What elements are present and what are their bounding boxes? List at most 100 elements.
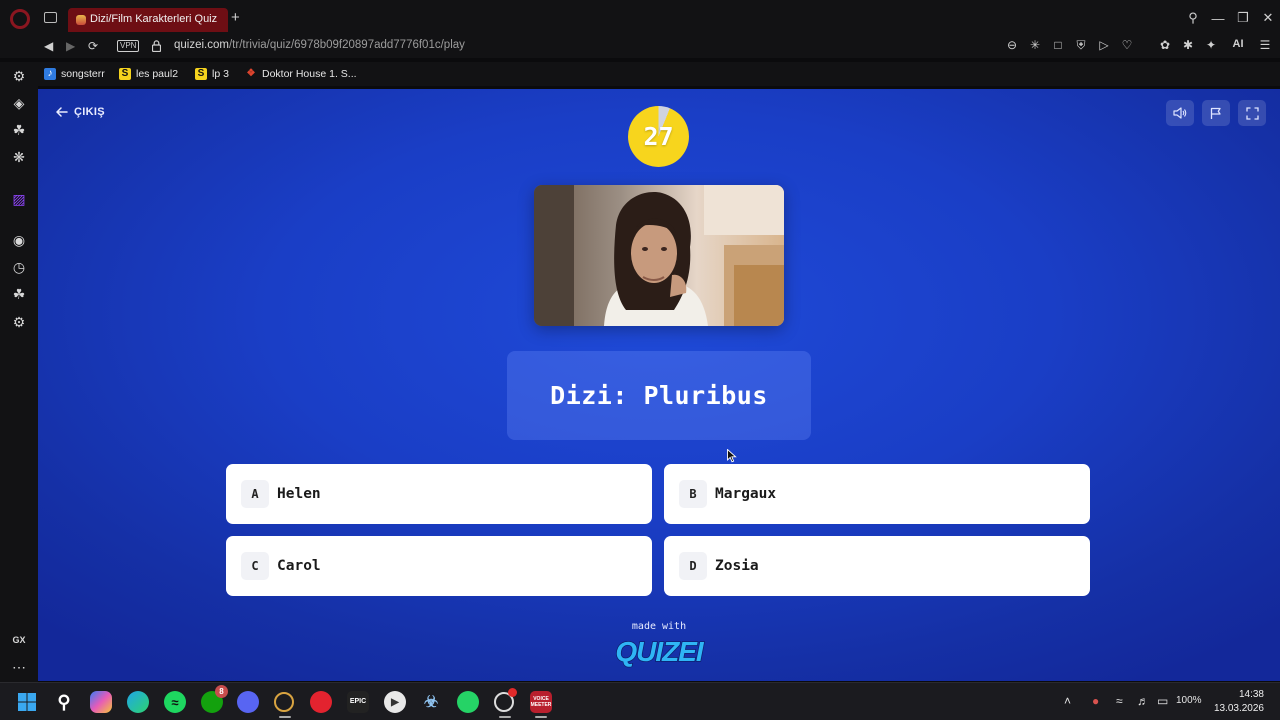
search-icon[interactable]: ⚲ — [53, 691, 75, 713]
address-tools: ⊖ ✳ □ ⛨ ▷ ♡ ✿ ✱ ✦ AI ☰ — [1005, 38, 1272, 53]
menu-icon[interactable]: ☰ — [1258, 38, 1272, 53]
active-app-indicator — [535, 716, 547, 718]
back-icon[interactable]: ◀ — [44, 39, 53, 53]
gx-cleaner-icon[interactable]: ☘ — [10, 121, 28, 139]
edge-icon[interactable] — [127, 691, 149, 713]
obs-icon[interactable] — [494, 688, 517, 712]
answer-label: Zosia — [715, 558, 759, 574]
snapshot-icon[interactable]: □ — [1051, 38, 1065, 53]
answer-option-d[interactable]: D Zosia — [664, 536, 1090, 596]
volume-icon[interactable]: ♬ — [1137, 694, 1149, 708]
tray-chevron-icon[interactable]: ˄ — [1064, 694, 1071, 708]
search-tabs-icon[interactable]: ⚲ — [1181, 10, 1205, 26]
xbox-icon[interactable]: 8 — [201, 685, 228, 713]
arrow-left-icon — [56, 107, 68, 117]
tab-manager-icon[interactable] — [44, 12, 57, 23]
timer-value: 27 — [643, 122, 674, 151]
quizei-logo[interactable]: QUIZEI — [611, 634, 707, 668]
bookmark-label: les paul2 — [136, 68, 179, 80]
spotify-icon[interactable]: ◉ — [10, 231, 28, 249]
bookmark-item[interactable]: ♪ songsterr — [44, 68, 105, 80]
heart-icon[interactable]: ♡ — [1120, 38, 1134, 53]
extension-icon[interactable]: ✦ — [1204, 38, 1218, 53]
question-text: Dizi: Pluribus — [550, 381, 768, 410]
spotify-icon[interactable]: ≈ — [164, 691, 186, 713]
twitch-icon[interactable]: ▨ — [10, 190, 28, 208]
tab-favicon-icon — [76, 15, 86, 25]
reload-icon[interactable]: ⟳ — [88, 39, 98, 53]
battery-icon[interactable]: ▭ — [1157, 694, 1168, 708]
gx-corner-icon[interactable]: ❋ — [10, 148, 28, 166]
fullscreen-button[interactable] — [1238, 100, 1266, 126]
epic-games-icon[interactable]: EPIC — [347, 691, 369, 713]
app-red-icon[interactable] — [310, 691, 332, 713]
gx-label[interactable]: GX — [10, 631, 28, 649]
microphone-icon[interactable]: ● — [1092, 694, 1099, 708]
bookmark-item[interactable]: S lp 3 — [195, 68, 229, 80]
answer-label: Margaux — [715, 486, 777, 502]
media-player-icon[interactable]: ▶ — [384, 691, 406, 713]
fullscreen-icon — [1245, 106, 1259, 120]
browser-tab-bar: Dizi/Film Karakterleri Quiz + ⚲ — ❐ ✕ — [0, 0, 1280, 36]
answer-letter: B — [679, 480, 707, 508]
pin-icon[interactable]: ✳ — [1028, 38, 1042, 53]
player-icon[interactable]: ⚙ — [10, 67, 28, 85]
sound-button[interactable] — [1166, 100, 1194, 126]
system-clock[interactable]: 14:38 13.03.2026 — [1214, 688, 1264, 716]
forward-icon[interactable]: ▶ — [66, 39, 75, 53]
songsterr-icon: ♪ — [44, 68, 56, 80]
discord-icon[interactable] — [237, 691, 259, 713]
history-icon[interactable]: ◷ — [10, 258, 28, 276]
lock-icon[interactable] — [152, 40, 161, 52]
battery-percent: 100% — [1176, 695, 1202, 706]
play-icon[interactable]: ▷ — [1097, 38, 1111, 53]
ai-button[interactable]: AI — [1227, 38, 1249, 53]
whatsapp-icon[interactable] — [457, 691, 479, 713]
close-icon[interactable]: ✕ — [1256, 10, 1280, 26]
answer-letter: D — [679, 552, 707, 580]
url-path: /tr/trivia/quiz/6978b09f20897add7776f01c… — [228, 39, 465, 51]
minimize-icon[interactable]: — — [1206, 11, 1230, 26]
extensions-icon[interactable]: ☘ — [10, 285, 28, 303]
mouse-cursor-icon — [727, 449, 737, 463]
url-field[interactable]: quizei.com/tr/trivia/quiz/6978b09f20897a… — [174, 39, 465, 51]
restore-icon[interactable]: ❐ — [1231, 10, 1255, 26]
extension-icon[interactable]: ✿ — [1158, 38, 1172, 53]
windows-start-icon[interactable] — [16, 691, 38, 713]
bookmark-item[interactable]: S les paul2 — [119, 68, 178, 80]
quiz-page: ÇIKIŞ 27 Dizi: Pluribus A Helen B Margau… — [38, 89, 1280, 681]
copilot-icon[interactable] — [90, 691, 112, 713]
address-bar: ◀ ▶ ⟳ VPN quizei.com/tr/trivia/quiz/6978… — [0, 36, 1280, 58]
opera-gx-logo-icon[interactable] — [10, 9, 30, 29]
more-icon[interactable]: ⋯ — [10, 658, 28, 676]
vpn-badge[interactable]: VPN — [117, 40, 140, 52]
active-app-indicator — [499, 716, 511, 718]
steam-icon[interactable]: ☣ — [420, 691, 442, 713]
extension-icon[interactable]: ✱ — [1181, 38, 1195, 53]
shield-icon[interactable]: ⛨ — [1074, 38, 1088, 53]
answer-option-c[interactable]: C Carol — [226, 536, 652, 596]
tab-quiz[interactable]: Dizi/Film Karakterleri Quiz — [68, 8, 228, 32]
answer-option-a[interactable]: A Helen — [226, 464, 652, 524]
s-icon: S — [195, 68, 207, 80]
made-with-text: made with — [631, 621, 687, 632]
exit-button[interactable]: ÇIKIŞ — [56, 106, 105, 118]
quiz-toolbar — [1166, 100, 1266, 126]
bookmark-item[interactable]: ❖ Doktor House 1. S... — [245, 68, 357, 80]
new-tab-plus-icon[interactable]: + — [231, 10, 240, 25]
gx-control-icon[interactable]: ◈ — [10, 94, 28, 112]
recording-dot — [508, 688, 517, 697]
report-button[interactable] — [1202, 100, 1230, 126]
answer-label: Carol — [277, 558, 321, 574]
wifi-icon[interactable]: ≈ — [1116, 694, 1123, 708]
window-controls: ⚲ — ❐ ✕ — [1180, 0, 1280, 36]
windows-taskbar: ⚲ ≈ 8 EPIC ▶ ☣ VOICE MEETER ˄ ● ≈ ♬ ▭ 10… — [0, 682, 1280, 720]
zoom-icon[interactable]: ⊖ — [1005, 38, 1019, 53]
opera-gx-taskbar-icon[interactable] — [274, 692, 294, 712]
settings-icon[interactable]: ⚙ — [10, 313, 28, 331]
voicemeeter-icon[interactable]: VOICE MEETER — [530, 691, 552, 713]
answer-letter: C — [241, 552, 269, 580]
answer-option-b[interactable]: B Margaux — [664, 464, 1090, 524]
clock-time: 14:38 — [1238, 689, 1264, 700]
tab-title: Dizi/Film Karakterleri Quiz — [90, 13, 218, 25]
